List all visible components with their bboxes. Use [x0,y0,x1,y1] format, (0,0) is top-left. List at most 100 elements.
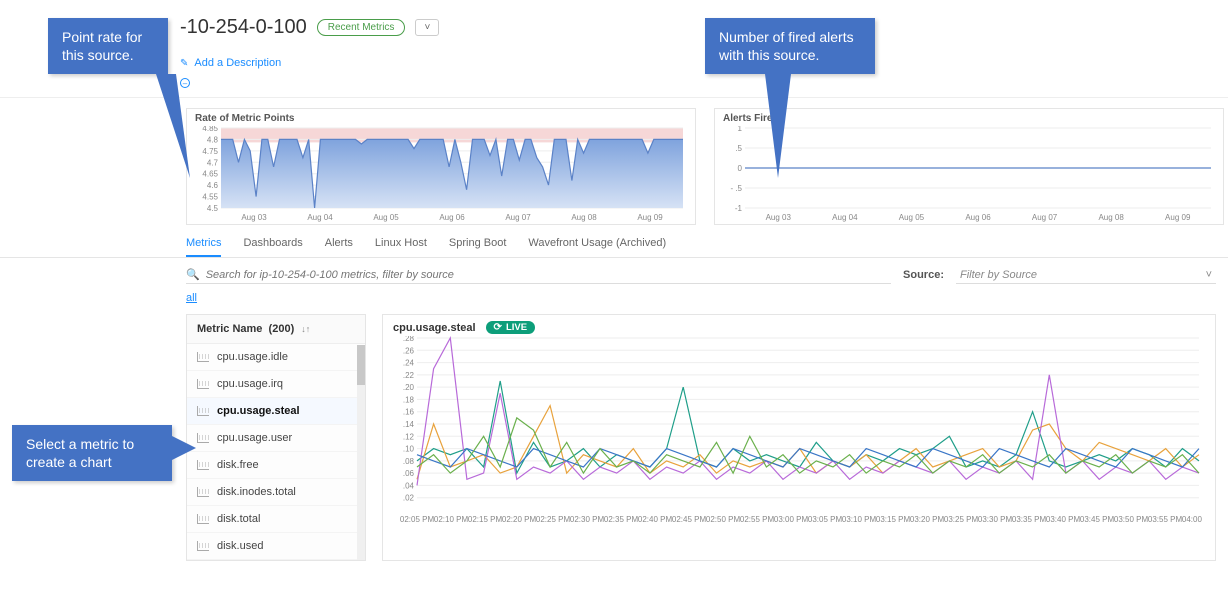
svg-text:02:05 PM: 02:05 PM [400,515,435,524]
source-filter-select[interactable]: Filter by Source ˅ [956,267,1216,284]
all-filter-link[interactable]: all [186,292,197,304]
live-badge: LIVE [486,321,536,334]
svg-text:.28: .28 [403,336,415,343]
svg-text:4.6: 4.6 [207,181,219,190]
sort-icon[interactable]: ↓↑ [301,324,310,334]
callout-metric: Select a metric to create a chart [12,425,172,481]
svg-text:02:50 PM: 02:50 PM [706,515,741,524]
svg-text:Aug 06: Aug 06 [439,213,465,222]
scrollbar-thumb[interactable] [357,345,365,385]
svg-text:.16: .16 [403,408,415,417]
svg-text:Aug 04: Aug 04 [307,213,333,222]
svg-text:Aug 03: Aug 03 [766,213,792,222]
metric-count: (200) [269,323,295,335]
svg-text:03:05 PM: 03:05 PM [808,515,843,524]
metric-item[interactable]: cpu.usage.irq [187,371,365,398]
metric-list-header[interactable]: Metric Name (200) ↓↑ [187,315,365,344]
metric-item[interactable]: cpu.usage.steal [187,398,365,425]
svg-text:.08: .08 [403,457,415,466]
metric-item-label: disk.used [217,540,263,552]
callout-alerts: Number of fired alerts with this source. [705,18,875,74]
svg-text:4.55: 4.55 [202,193,218,202]
tab-wavefront-usage-archived-[interactable]: Wavefront Usage (Archived) [528,237,666,257]
page-title: -10-254-0-100 [180,16,307,39]
chart-icon [197,487,209,497]
callout-text: Number of fired alerts with this source. [719,29,854,63]
svg-text:03:15 PM: 03:15 PM [876,515,911,524]
svg-text:.10: .10 [403,445,415,454]
svg-text:02:40 PM: 02:40 PM [638,515,673,524]
metric-item[interactable]: cpu.usage.user [187,425,365,452]
metric-item-label: cpu.usage.irq [217,378,283,390]
svg-text:Aug 03: Aug 03 [241,213,267,222]
svg-text:Aug 06: Aug 06 [965,213,991,222]
hide-toggle[interactable]: – Hide [180,77,1188,89]
svg-text:.20: .20 [403,383,415,392]
callout-points: Point rate for this source. [48,18,168,74]
callout-text: Point rate for this source. [62,29,142,63]
chart-icon [197,406,209,416]
svg-text:02:20 PM: 02:20 PM [502,515,537,524]
tab-dashboards[interactable]: Dashboards [243,237,302,257]
svg-text:02:25 PM: 02:25 PM [536,515,571,524]
metric-chart-panel[interactable]: cpu.usage.steal LIVE .02.04.06.08.10.12.… [382,314,1216,561]
search-field[interactable]: 🔍 [186,266,891,284]
svg-text:02:10 PM: 02:10 PM [434,515,469,524]
callout-text: Select a metric to create a chart [26,436,134,470]
chart-icon [197,514,209,524]
svg-text:Aug 09: Aug 09 [637,213,663,222]
svg-text:Aug 08: Aug 08 [571,213,597,222]
metric-item-label: cpu.usage.user [217,432,292,444]
add-description-link[interactable]: ✎ Add a Description [180,57,1188,69]
source-placeholder: Filter by Source [960,269,1037,281]
metric-item-label: disk.free [217,459,259,471]
svg-text:02:45 PM: 02:45 PM [672,515,707,524]
search-input[interactable] [206,269,891,281]
metric-list-header-label: Metric Name [197,323,262,335]
svg-text:03:20 PM: 03:20 PM [910,515,945,524]
svg-text:Aug 08: Aug 08 [1098,213,1124,222]
svg-text:.24: .24 [403,359,415,368]
svg-text:.22: .22 [403,371,415,380]
svg-text:Aug 09: Aug 09 [1165,213,1191,222]
svg-text:.04: .04 [403,481,415,490]
svg-text:-1: -1 [735,204,743,213]
rate-of-metric-points-chart[interactable]: Rate of Metric Points 4.54.554.64.654.74… [186,108,696,225]
main-chart-title: cpu.usage.steal [393,322,476,334]
metric-item[interactable]: disk.free [187,452,365,479]
svg-text:03:45 PM: 03:45 PM [1080,515,1115,524]
svg-text:Aug 05: Aug 05 [373,213,399,222]
metric-list: Metric Name (200) ↓↑ cpu.usage.idle cpu.u… [186,314,366,561]
metric-item-label: disk.inodes.total [217,486,296,498]
search-icon: 🔍 [186,268,200,281]
chevron-down-icon: ˅ [1206,269,1212,281]
metric-item-label: cpu.usage.steal [217,405,300,417]
chart-title: Alerts Fired [723,113,1215,124]
add-description-label: Add a Description [194,57,281,69]
source-label: Source: [903,269,944,281]
metric-item[interactable]: cpu.usage.idle [187,344,365,371]
svg-text:4.8: 4.8 [207,135,219,144]
svg-text:Aug 07: Aug 07 [1032,213,1058,222]
tab-alerts[interactable]: Alerts [325,237,353,257]
svg-text:4.75: 4.75 [202,147,218,156]
actions-dropdown[interactable]: ˅ [415,19,439,36]
svg-text:03:35 PM: 03:35 PM [1012,515,1047,524]
svg-text:03:50 PM: 03:50 PM [1114,515,1149,524]
svg-text:.06: .06 [403,469,415,478]
metric-item[interactable]: disk.inodes.total [187,479,365,506]
svg-text:4.5: 4.5 [207,204,219,213]
svg-text:02:30 PM: 02:30 PM [570,515,605,524]
metric-item-label: cpu.usage.idle [217,351,288,363]
svg-text:4.7: 4.7 [207,158,219,167]
chart-icon [197,352,209,362]
svg-text:.18: .18 [403,395,415,404]
tab-spring-boot[interactable]: Spring Boot [449,237,506,257]
metric-item[interactable]: disk.used [187,533,365,560]
tab-linux-host[interactable]: Linux Host [375,237,427,257]
svg-text:03:10 PM: 03:10 PM [842,515,877,524]
svg-text:1: 1 [738,126,743,133]
metric-item[interactable]: disk.total [187,506,365,533]
tab-metrics[interactable]: Metrics [186,237,221,257]
svg-text:Aug 04: Aug 04 [832,213,858,222]
